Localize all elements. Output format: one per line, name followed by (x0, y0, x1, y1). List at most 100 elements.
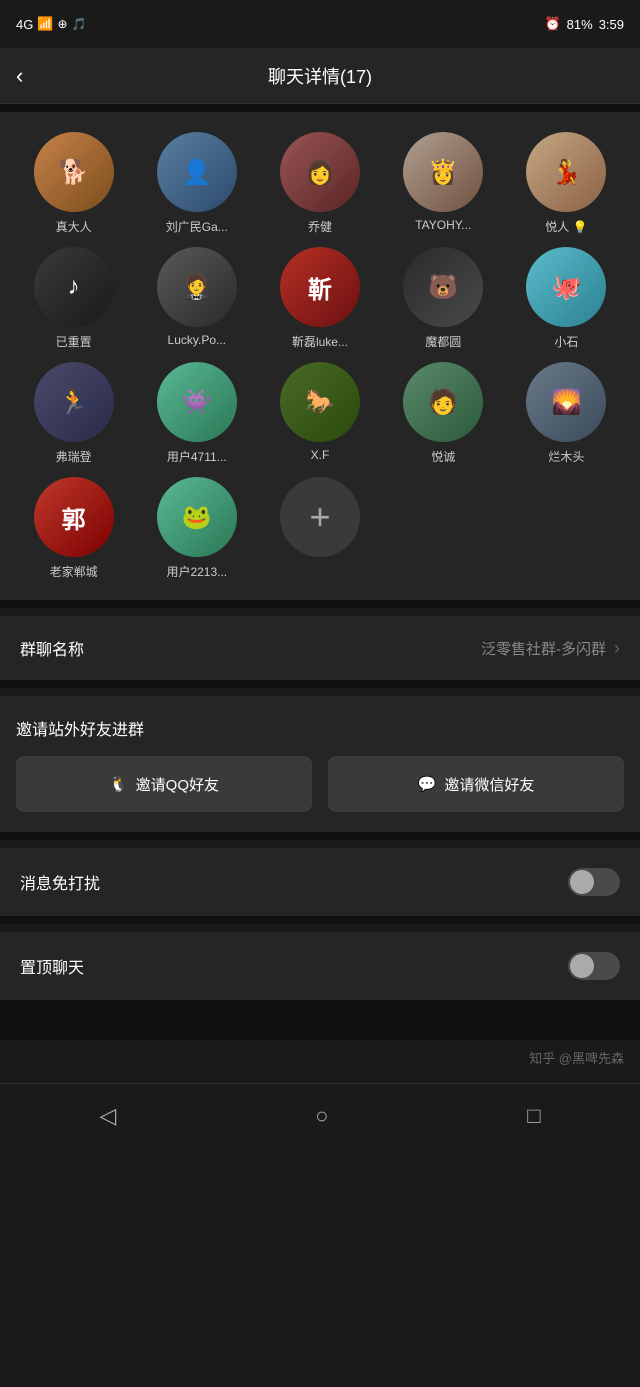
dnd-row: 消息免打扰 (0, 848, 640, 916)
pin-chat-toggle[interactable] (568, 952, 620, 980)
member-name: 烂木头 (548, 448, 584, 465)
divider-3 (0, 832, 640, 840)
avatar-content: 🤵 (182, 273, 212, 302)
member-avatar: 🧑 (403, 362, 483, 442)
header: ‹ 聊天详情(17) (0, 48, 640, 104)
member-avatar: ♪ (34, 247, 114, 327)
alarm-icon: ⏰ (544, 16, 560, 32)
member-item[interactable]: 🌄 烂木头 (509, 362, 624, 465)
member-avatar: 👩 (280, 132, 360, 212)
pin-chat-toggle-knob (570, 954, 594, 978)
divider-1 (0, 600, 640, 608)
member-item[interactable]: 🐻 魔都圆 (386, 247, 501, 350)
member-name: 靳磊luke... (292, 333, 348, 350)
member-avatar: 👸 (403, 132, 483, 212)
avatar-content: 郭 (62, 500, 86, 535)
top-divider (0, 104, 640, 112)
member-avatar: 🐻 (403, 247, 483, 327)
member-avatar: 👾 (157, 362, 237, 442)
nav-back[interactable]: ◁ (99, 1103, 116, 1129)
member-item[interactable]: 🤵 Lucky.Po... (139, 247, 254, 350)
member-name: 弗瑞登 (56, 448, 92, 465)
member-avatar: 🤵 (157, 247, 237, 327)
member-item[interactable]: 👸 TAYOHY... (386, 132, 501, 235)
divider-4 (0, 916, 640, 924)
avatar-content: 👤 (182, 158, 212, 187)
bluetooth-icon: ⊕ (58, 17, 68, 31)
member-avatar: 🌄 (526, 362, 606, 442)
nav-home[interactable]: ○ (315, 1103, 328, 1129)
add-member-button[interactable]: + (280, 477, 360, 557)
invite-section: 邀请站外好友进群 🐧 邀请QQ好友 💬 邀请微信好友 (0, 696, 640, 832)
member-item[interactable]: 🏃 弗瑞登 (16, 362, 131, 465)
avatar-content: 🐙 (551, 273, 581, 302)
dnd-label: 消息免打扰 (20, 870, 100, 894)
battery-text: 81% (567, 17, 593, 32)
member-avatar: 🐙 (526, 247, 606, 327)
group-name-section: 群聊名称 泛零售社群-多闪群 › (0, 616, 640, 680)
avatar-content: 👸 (428, 158, 458, 187)
member-avatar: 🐎 (280, 362, 360, 442)
invite-wechat-label: 邀请微信好友 (444, 774, 534, 795)
watermark: 知乎 @黑啤先森 (0, 1040, 640, 1075)
member-avatar: 💃 (526, 132, 606, 212)
avatar-content: 🧑 (428, 388, 458, 417)
member-item[interactable]: ♪ 已重置 (16, 247, 131, 350)
member-name: 已重置 (56, 333, 92, 350)
member-name: X.F (311, 448, 330, 462)
status-bar: 4G 📶 ⊕ 🎵 ⏰ 81% 3:59 (0, 0, 640, 48)
pin-chat-section: 置顶聊天 (0, 932, 640, 1000)
divider-5 (0, 1000, 640, 1040)
member-item[interactable]: 🐎 X.F (262, 362, 377, 465)
invite-qq-button[interactable]: 🐧 邀请QQ好友 (16, 756, 312, 812)
member-item[interactable]: 郭 老家郸城 (16, 477, 131, 580)
member-item[interactable]: 👤 刘广民Ga... (139, 132, 254, 235)
avatar-content: 🐕 (59, 158, 89, 187)
member-avatar: 👤 (157, 132, 237, 212)
member-item[interactable]: 🐸 用户2213... (139, 477, 254, 580)
back-button[interactable]: ‹ (16, 63, 23, 89)
group-name-text: 泛零售社群-多闪群 (481, 638, 606, 659)
group-name-row[interactable]: 群聊名称 泛零售社群-多闪群 › (0, 616, 640, 680)
recent-square-icon: □ (527, 1103, 540, 1129)
invite-qq-label: 邀请QQ好友 (136, 774, 219, 795)
time-display: 3:59 (599, 17, 624, 32)
divider-2 (0, 680, 640, 688)
status-left: 4G 📶 ⊕ 🎵 (16, 16, 87, 32)
avatar-content: 🌄 (551, 388, 581, 417)
add-member-item[interactable]: + (262, 477, 377, 580)
nav-recent[interactable]: □ (527, 1103, 540, 1129)
member-item[interactable]: 🐕 真大人 (16, 132, 131, 235)
page-title: 聊天详情(17) (268, 63, 372, 89)
invite-wechat-button[interactable]: 💬 邀请微信好友 (328, 756, 624, 812)
member-name: 悦人 💡 (545, 218, 587, 235)
members-grid: 🐕 真大人 👤 刘广民Ga... 👩 乔健 👸 TAYOHY... 💃 悦人 💡… (16, 132, 624, 580)
pin-chat-row: 置顶聊天 (0, 932, 640, 1000)
avatar-content: 🐸 (182, 503, 212, 532)
avatar-content: 靳 (308, 270, 332, 305)
dnd-toggle[interactable] (568, 868, 620, 896)
member-avatar: 🐸 (157, 477, 237, 557)
member-item[interactable]: 👾 用户4711... (139, 362, 254, 465)
avatar-content: 👾 (182, 388, 212, 417)
invite-buttons: 🐧 邀请QQ好友 💬 邀请微信好友 (16, 756, 624, 812)
tiktok-icon: 🎵 (72, 17, 87, 31)
member-name: 小石 (554, 333, 578, 350)
wifi-icon: 📶 (37, 16, 53, 32)
member-avatar: 🐕 (34, 132, 114, 212)
member-name: 刘广民Ga... (166, 218, 228, 235)
bottom-nav: ◁ ○ □ (0, 1083, 640, 1147)
member-name: 用户4711... (167, 448, 227, 465)
avatar-content: ♪ (68, 273, 80, 301)
member-item[interactable]: 👩 乔健 (262, 132, 377, 235)
members-section: 🐕 真大人 👤 刘广民Ga... 👩 乔健 👸 TAYOHY... 💃 悦人 💡… (0, 112, 640, 600)
member-item[interactable]: 🐙 小石 (509, 247, 624, 350)
avatar-content: 🐻 (428, 273, 458, 302)
member-item[interactable]: 💃 悦人 💡 (509, 132, 624, 235)
invite-title: 邀请站外好友进群 (16, 716, 624, 740)
avatar-content: 👩 (305, 158, 335, 187)
member-item[interactable]: 靳 靳磊luke... (262, 247, 377, 350)
member-name: Lucky.Po... (168, 333, 226, 347)
dnd-toggle-knob (570, 870, 594, 894)
member-item[interactable]: 🧑 悦诚 (386, 362, 501, 465)
